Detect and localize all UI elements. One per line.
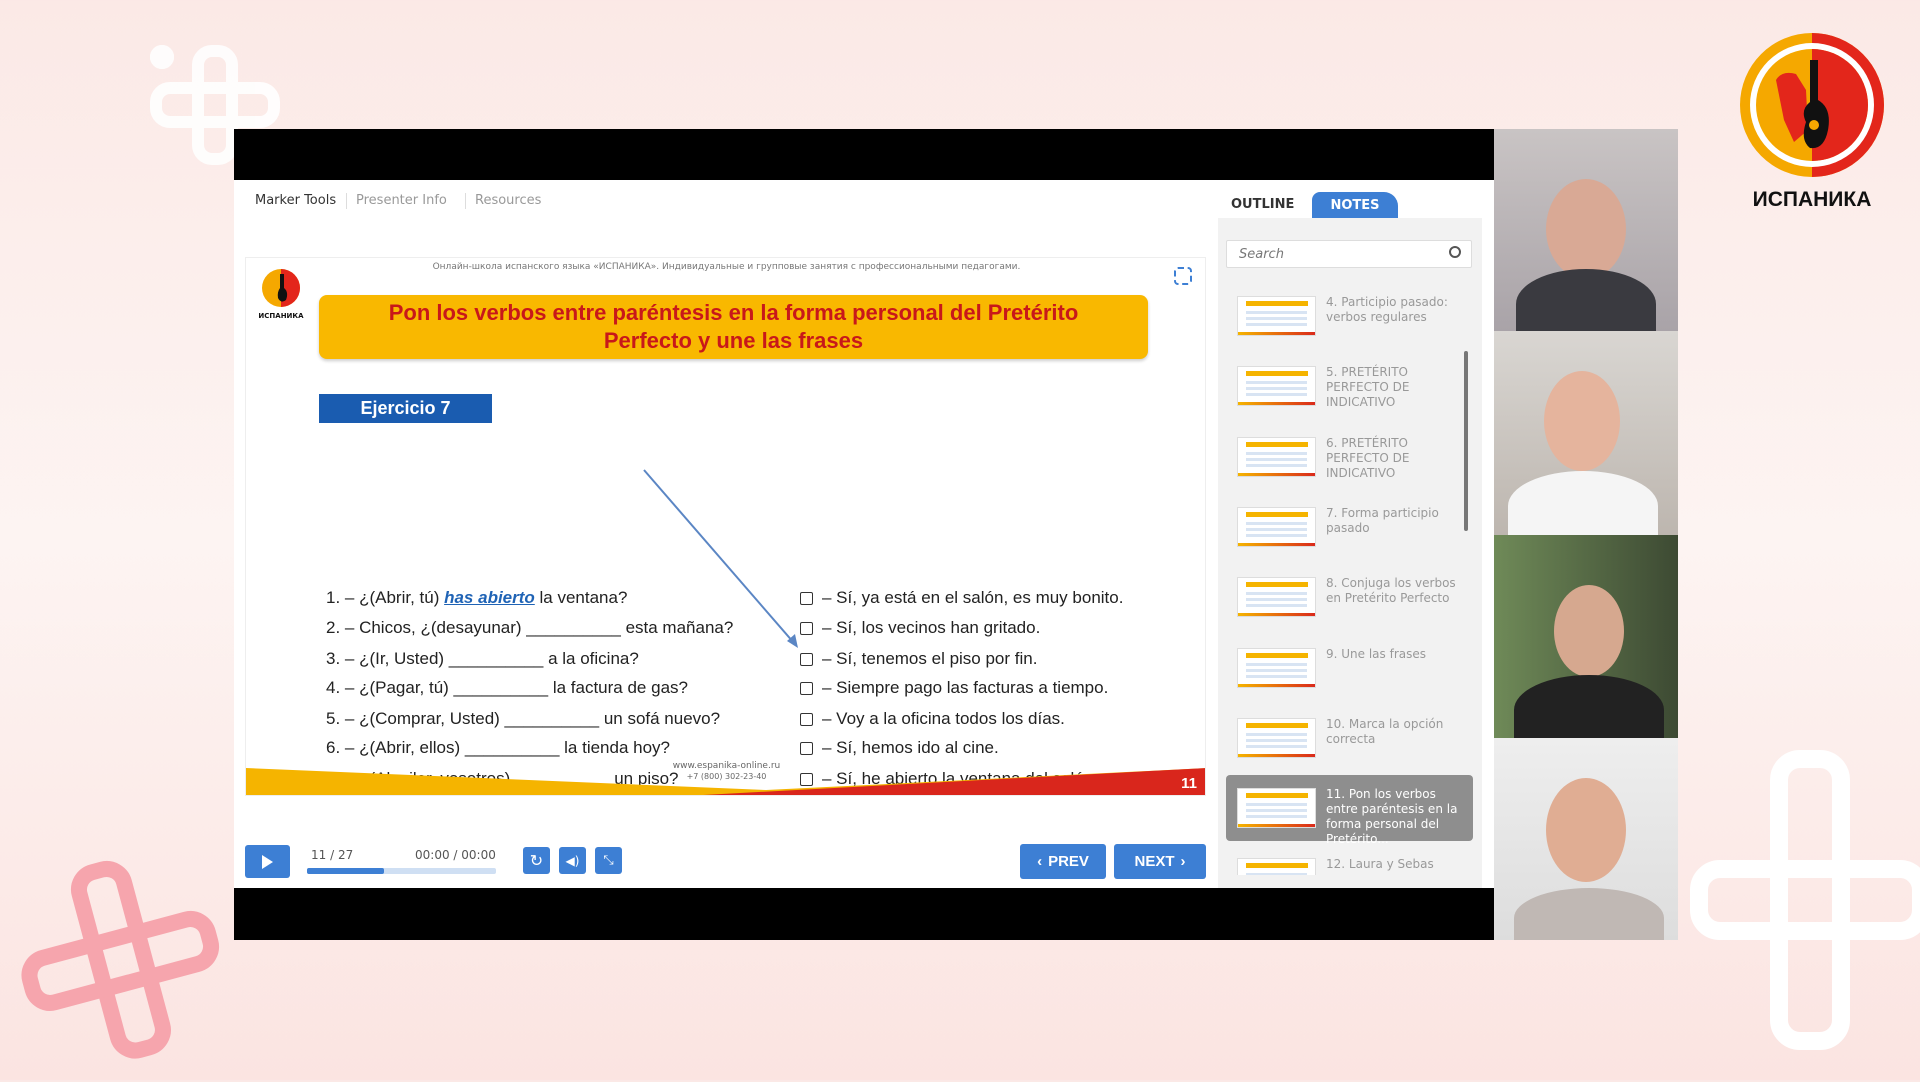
slide-thumbnail — [1237, 506, 1316, 547]
outline-item[interactable]: 7. Forma participio pasado — [1226, 494, 1473, 560]
time-display: 00:00 / 00:00 — [415, 848, 496, 862]
chevron-left-icon: ‹ — [1037, 853, 1043, 870]
play-icon — [262, 854, 273, 869]
outline-item[interactable]: 8. Conjuga los verbos en Pretérito Perfe… — [1226, 564, 1473, 630]
outline-item-label: 4. Participio pasado: verbos regulares — [1326, 295, 1448, 324]
play-button[interactable] — [245, 845, 290, 878]
footer-site: www.espanika-online.ru — [672, 761, 781, 771]
divider — [346, 193, 347, 209]
slide-thumbnail — [1237, 788, 1316, 829]
outline-item-label: 10. Marca la opción correcta — [1326, 716, 1444, 746]
annotation-arrow — [643, 469, 798, 648]
slide-thumbnail — [1237, 717, 1316, 758]
slide-thumbnail — [1237, 577, 1316, 618]
outline-item[interactable]: 11. Pon los verbos entre paréntesis en l… — [1226, 775, 1473, 846]
outline-item-label: 6. PRETÉRITO PERFECTO DE INDICATIVO — [1326, 435, 1410, 480]
exit-fullscreen-button[interactable]: ⤡ — [595, 847, 622, 874]
slide-number: 11 — [1181, 775, 1197, 792]
progress-bar[interactable] — [307, 868, 496, 874]
outline-item-label: 12. Laura y Sebas — [1326, 857, 1434, 872]
outline-item-label: 9. Une las frases — [1326, 646, 1427, 661]
prev-label: PREV — [1048, 853, 1089, 870]
slide-counter: 11 / 27 — [311, 848, 354, 862]
prev-button[interactable]: ‹ PREV — [1020, 844, 1106, 879]
chevron-right-icon: › — [1180, 853, 1186, 870]
video-participant-2 — [1494, 331, 1678, 535]
tab-outline[interactable]: OUTLINE — [1231, 197, 1294, 212]
decorative-plus — [1690, 750, 1920, 1050]
outline-item[interactable]: 10. Marca la opción correcta — [1226, 705, 1473, 771]
brand-name: ИСПАНИКА — [1752, 188, 1872, 211]
next-button[interactable]: NEXT › — [1114, 844, 1206, 879]
divider — [465, 193, 466, 209]
search-placeholder: Search — [1239, 247, 1284, 262]
outline-item-label: 8. Conjuga los verbos en Pretérito Perfe… — [1326, 576, 1456, 606]
outline-item[interactable]: 9. Une las frases — [1226, 635, 1473, 701]
tab-notes[interactable]: NOTES — [1312, 192, 1398, 218]
replay-button[interactable]: ↻ — [523, 847, 550, 874]
outline-item[interactable]: 5. PRETÉRITO PERFECTO DE INDICATIVO — [1226, 353, 1473, 419]
tab-presenter-info[interactable]: Presenter Info — [356, 193, 447, 208]
outline-item-label: 5. PRETÉRITO PERFECTO DE INDICATIVO — [1326, 365, 1410, 410]
video-participant-3 — [1494, 535, 1678, 738]
outline-item-label: 7. Forma participio pasado — [1326, 505, 1439, 535]
volume-icon: ◀) — [565, 853, 580, 868]
replay-icon: ↻ — [529, 851, 544, 870]
search-icon[interactable] — [1449, 246, 1461, 258]
focus-icon[interactable] — [1174, 267, 1192, 285]
outline-item[interactable]: 12. Laura y Sebas — [1226, 845, 1473, 876]
outline-item[interactable]: 6. PRETÉRITO PERFECTO DE INDICATIVO — [1226, 424, 1473, 490]
exit-fullscreen-icon: ⤡ — [603, 853, 614, 868]
outline-item-label: 11. Pon los verbos entre paréntesis en l… — [1326, 787, 1458, 847]
outline-item[interactable]: 4. Participio pasado: verbos regulares — [1226, 283, 1473, 349]
footer-phone: +7 (800) 302-23-40 — [686, 772, 767, 781]
bottom-black-bar — [234, 888, 1494, 940]
slide-thumbnail — [1237, 858, 1316, 876]
tab-resources[interactable]: Resources — [475, 193, 541, 208]
volume-button[interactable]: ◀) — [559, 847, 586, 874]
video-participant-4 — [1494, 738, 1678, 940]
slide-thumbnail — [1237, 366, 1316, 407]
top-black-bar — [234, 129, 1494, 180]
next-label: NEXT — [1134, 853, 1175, 870]
brand-logo: ИСПАНИКА — [1736, 30, 1888, 220]
slide-thumbnail — [1237, 647, 1316, 688]
video-participant-1 — [1494, 129, 1678, 331]
decorative-plus — [0, 838, 242, 1082]
slide-thumbnail — [1237, 436, 1316, 477]
search-input[interactable]: Search — [1226, 240, 1472, 268]
slide: Онлайн-школа испанского языка «ИСПАНИКА»… — [245, 257, 1206, 796]
sidebar-scrollbar[interactable] — [1464, 351, 1468, 531]
progress-fill — [307, 868, 385, 874]
slide-thumbnail — [1237, 296, 1316, 336]
tab-marker-tools[interactable]: Marker Tools — [255, 193, 336, 208]
